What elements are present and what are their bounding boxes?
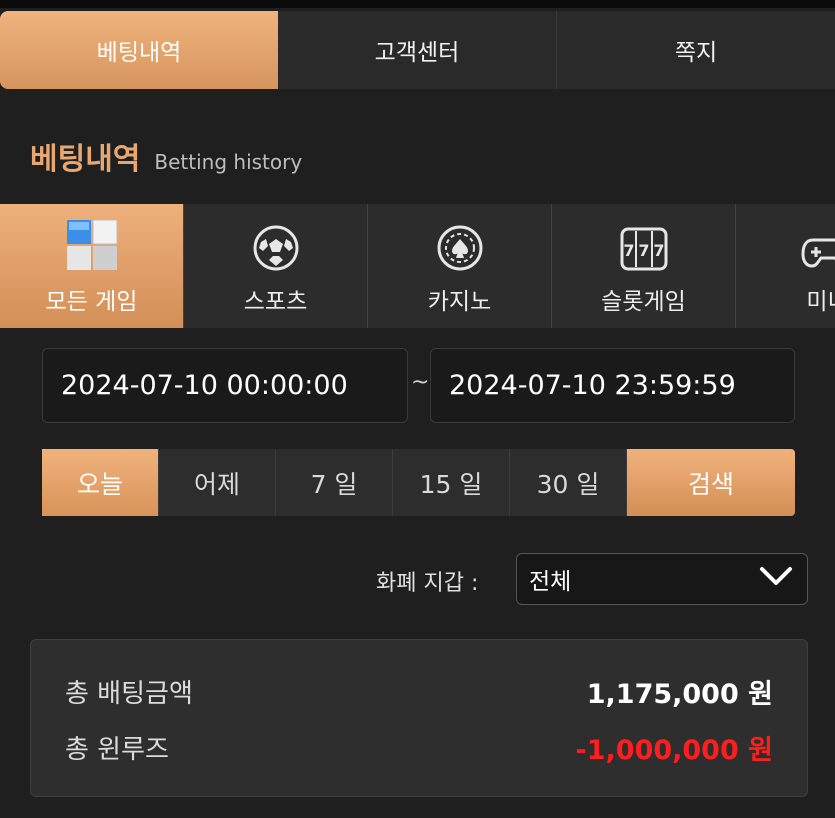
wallet-selected-value: 전체 bbox=[529, 569, 572, 595]
game-tab-label: 카지노 bbox=[427, 289, 492, 315]
top-edge-bar bbox=[0, 0, 835, 8]
start-date-input[interactable]: 2024-07-10 00:00:00 bbox=[42, 348, 408, 423]
period-button-group: 오늘 어제 7 일 15 일 30 일 검색 bbox=[42, 449, 795, 516]
top-tab-bar: 베팅내역 고객센터 쪽지 bbox=[0, 11, 835, 89]
wallet-select[interactable]: 전체 bbox=[516, 553, 808, 605]
cube-grid-icon bbox=[65, 204, 119, 276]
total-winloss-value: -1,000,000 원 bbox=[575, 735, 773, 766]
game-tab-sports[interactable]: 스포츠 bbox=[184, 204, 368, 328]
period-15day-button[interactable]: 15 일 bbox=[393, 449, 510, 516]
total-bet-value: 1,175,000 원 bbox=[586, 679, 773, 710]
page-title: 베팅내역 Betting history bbox=[30, 134, 302, 178]
game-tab-mini[interactable]: 미니 bbox=[736, 204, 835, 328]
page-title-en: Betting history bbox=[154, 150, 303, 174]
tab-betting-history[interactable]: 베팅내역 bbox=[0, 11, 278, 89]
period-30day-button[interactable]: 30 일 bbox=[510, 449, 627, 516]
casino-chip-icon bbox=[436, 204, 484, 276]
slot-777-icon: 7 7 7 bbox=[619, 204, 669, 276]
soccer-ball-icon bbox=[252, 204, 300, 276]
svg-text:7: 7 bbox=[623, 241, 634, 260]
search-button[interactable]: 검색 bbox=[627, 449, 795, 516]
tab-customer-center[interactable]: 고객센터 bbox=[278, 11, 557, 89]
total-winloss-label: 총 윈루즈 bbox=[65, 735, 169, 765]
gamepad-icon bbox=[800, 204, 835, 276]
page-title-ko: 베팅내역 bbox=[30, 142, 141, 177]
game-tab-casino[interactable]: 카지노 bbox=[368, 204, 552, 328]
wallet-label: 화폐 지갑 : bbox=[376, 571, 479, 596]
svg-text:7: 7 bbox=[638, 241, 649, 260]
game-tab-all[interactable]: 모든 게임 bbox=[0, 204, 184, 328]
period-7day-button[interactable]: 7 일 bbox=[276, 449, 393, 516]
tab-messages[interactable]: 쪽지 bbox=[557, 11, 835, 89]
game-tab-label: 슬롯게임 bbox=[601, 289, 686, 315]
total-winloss-row: 총 윈루즈 -1,000,000 원 bbox=[65, 728, 773, 767]
end-date-input[interactable]: 2024-07-10 23:59:59 bbox=[430, 348, 795, 423]
svg-text:7: 7 bbox=[653, 241, 664, 260]
game-category-tabs: 모든 게임 스포츠 카지노 7 7 7 슬롯게임 미 bbox=[0, 204, 835, 328]
date-range-separator: ~ bbox=[411, 370, 430, 395]
game-tab-label: 모든 게임 bbox=[45, 289, 138, 315]
period-yesterday-button[interactable]: 어제 bbox=[159, 449, 276, 516]
game-tab-label: 스포츠 bbox=[243, 289, 308, 315]
game-tab-slot[interactable]: 7 7 7 슬롯게임 bbox=[552, 204, 736, 328]
period-today-button[interactable]: 오늘 bbox=[42, 449, 159, 516]
summary-panel: 총 배팅금액 1,175,000 원 총 윈루즈 -1,000,000 원 bbox=[30, 639, 808, 797]
total-bet-row: 총 배팅금액 1,175,000 원 bbox=[65, 672, 773, 711]
game-tab-label: 미니 bbox=[806, 289, 835, 315]
chevron-down-icon bbox=[759, 565, 793, 593]
total-bet-label: 총 배팅금액 bbox=[65, 679, 193, 709]
